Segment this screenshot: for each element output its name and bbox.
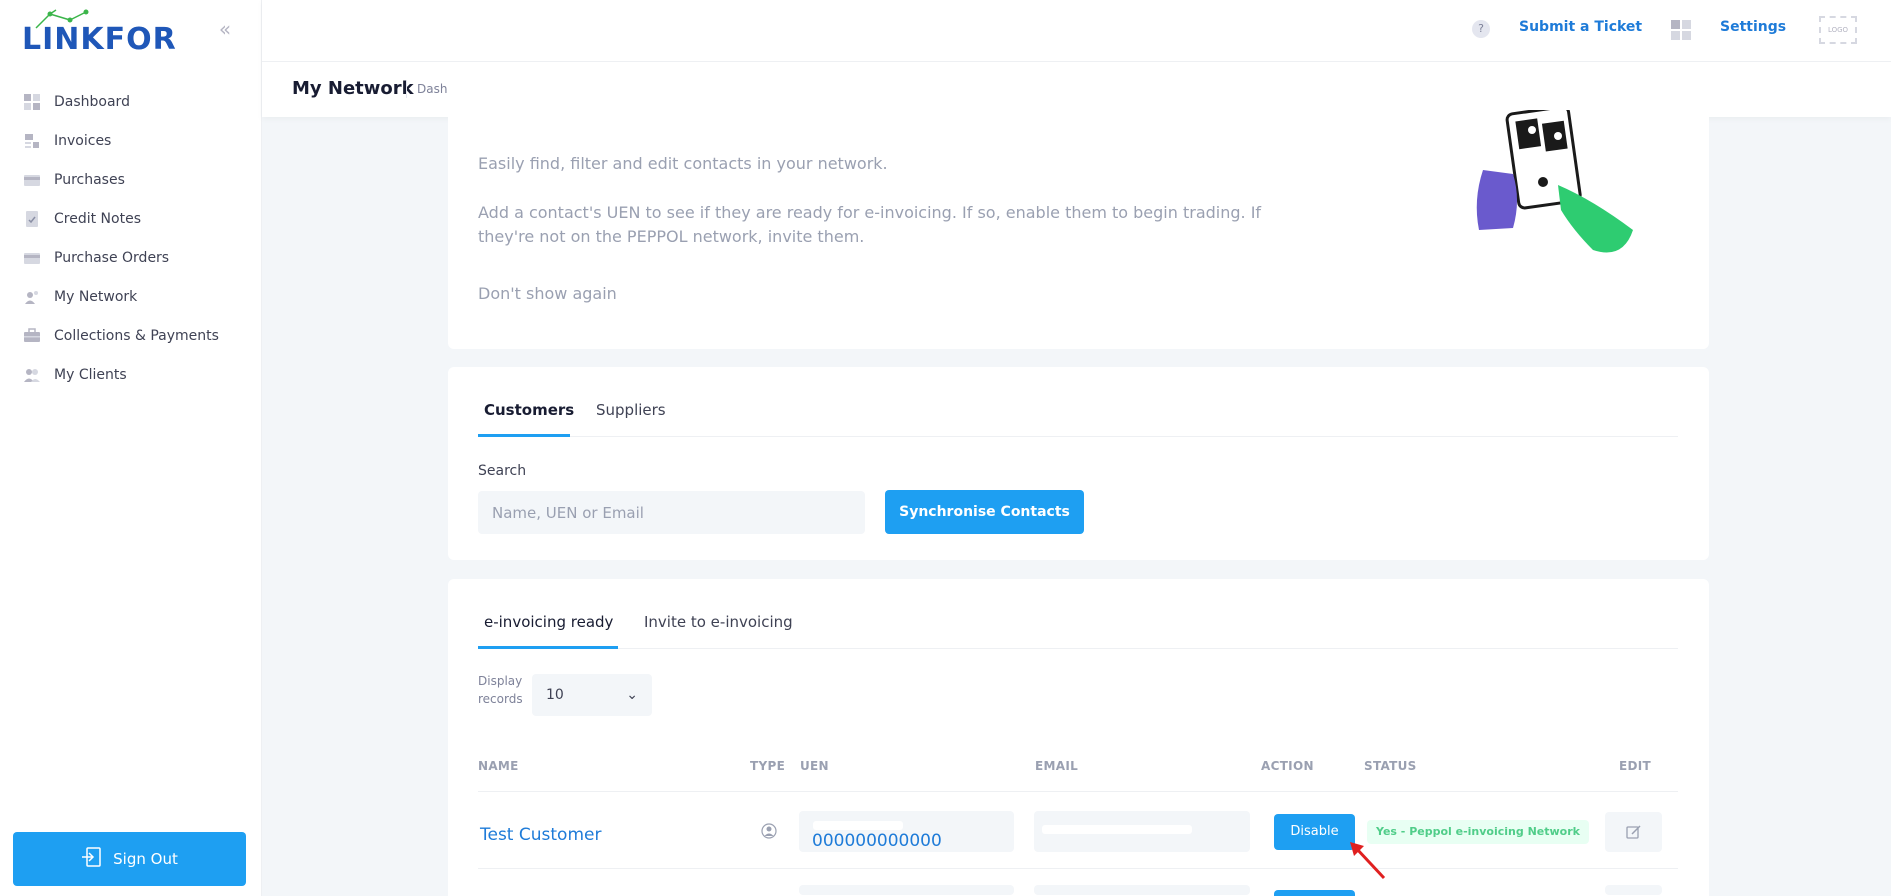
sidebar-item-invoices[interactable]: Invoices [0,121,262,160]
column-header-status: STATUS [1364,759,1417,773]
tab-suppliers[interactable]: Suppliers [596,401,666,419]
search-input[interactable] [478,491,865,534]
intro-card: Easily find, filter and edit contacts in… [448,80,1709,349]
document-check-icon [24,210,40,227]
sidebar-item-purchase-orders[interactable]: Purchase Orders [0,238,262,277]
customer-name-link[interactable]: Test Customer [480,825,601,845]
sidebar-menu: Dashboard Invoices Purchases Credit Note… [0,82,262,394]
annotation-arrow-icon [1350,842,1386,880]
edit-button[interactable] [1605,812,1662,852]
synchronise-contacts-button[interactable]: Synchronise Contacts [885,490,1084,534]
column-header-type: TYPE [750,759,786,773]
sidebar-item-label: Purchases [54,171,125,188]
active-tab-indicator [478,646,618,649]
invoice-icon [24,133,40,149]
redacted-text [1042,825,1192,834]
column-header-uen: UEN [800,759,829,773]
disable-button-partial[interactable] [1274,890,1355,896]
sidebar-item-dashboard[interactable]: Dashboard [0,82,262,121]
company-logo-placeholder[interactable]: LOGO [1819,16,1857,44]
sidebar-item-my-network[interactable]: My Network [0,277,262,316]
column-header-edit: EDIT [1619,759,1652,773]
redacted-text [813,821,903,830]
display-label-line2: records [478,692,523,706]
sidebar-item-credit-notes[interactable]: Credit Notes [0,199,262,238]
column-header-name: NAME [478,759,519,773]
settings-link[interactable]: Settings [1720,19,1786,35]
search-label: Search [478,463,527,479]
card-icon [24,250,40,266]
table-row-divider [478,868,1678,869]
disable-button[interactable]: Disable [1274,814,1355,850]
uen-value: 000000000000 [812,831,942,851]
phone-hands-illustration [1476,110,1633,253]
display-records-value: 10 [546,687,564,703]
contact-type-tabs: Customers Suppliers [478,367,1678,437]
network-icon [24,289,40,305]
intro-text-1: Easily find, filter and edit contacts in… [478,154,888,173]
dashboard-icon [24,93,40,110]
network-status-tabs: e-invoicing ready Invite to e-invoicing [478,579,1678,649]
topbar: ? Submit a Ticket Settings LOGO [262,0,1891,62]
table-row-partial [799,885,1014,895]
sidebar-item-my-clients[interactable]: My Clients [0,355,262,394]
table-row-partial [1034,885,1250,895]
email-field[interactable] [1034,811,1250,852]
linkfor-logo[interactable]: LINKFOR [22,8,176,58]
submit-ticket-link[interactable]: Submit a Ticket [1519,19,1642,35]
network-table-card: e-invoicing ready Invite to e-invoicing … [448,579,1709,896]
sidebar-item-label: Dashboard [54,93,130,110]
status-badge: Yes - Peppol e-invoicing Network [1367,820,1589,844]
sidebar-item-label: Collections & Payments [54,327,219,344]
sidebar-item-label: Credit Notes [54,210,141,227]
double-chevron-left-icon[interactable]: « [214,18,236,40]
sidebar-item-label: Invoices [54,132,112,149]
display-records-label: Display records [478,672,523,708]
help-icon[interactable]: ? [1472,20,1490,38]
sidebar-item-label: My Network [54,288,138,305]
active-tab-indicator [478,434,570,437]
display-records-select[interactable]: 10 ⌄ [532,674,652,716]
user-circle-icon [761,823,777,839]
sidebar-item-purchases[interactable]: Purchases [0,160,262,199]
card-icon [24,172,40,188]
display-label-line1: Display [478,674,523,688]
sign-out-button[interactable]: Sign Out [13,832,246,886]
column-header-action: ACTION [1261,759,1314,773]
sidebar-item-label: Purchase Orders [54,249,170,266]
users-icon [24,367,40,383]
dont-show-again-link[interactable]: Don't show again [478,282,1298,306]
edit-icon [1626,825,1641,839]
table-header-divider [478,791,1678,792]
tab-customers[interactable]: Customers [484,401,574,419]
column-header-email: EMAIL [1035,759,1079,773]
apps-grid-icon[interactable] [1671,20,1691,40]
chevron-down-icon: ⌄ [626,687,638,703]
tab-invite-to-e-invoicing[interactable]: Invite to e-invoicing [644,613,793,631]
logo-text: LINKFOR [22,22,177,57]
sidebar-item-collections-payments[interactable]: Collections & Payments [0,316,262,355]
tab-e-invoicing-ready[interactable]: e-invoicing ready [484,613,613,631]
sign-out-label: Sign Out [113,850,178,868]
edit-button-partial[interactable] [1605,885,1662,895]
search-card: Customers Suppliers Search Synchronise C… [448,367,1709,560]
page-title: My Network [292,78,414,99]
sidebar: LINKFOR « Dashboard Invoices Purchases C [0,0,262,896]
sign-out-icon [81,846,103,872]
title-separator [406,80,407,98]
briefcase-icon [24,327,40,344]
intro-text-2: Add a contact's UEN to see if they are r… [478,203,1262,246]
sidebar-item-label: My Clients [54,366,127,383]
uen-field[interactable]: 000000000000 [799,811,1014,852]
